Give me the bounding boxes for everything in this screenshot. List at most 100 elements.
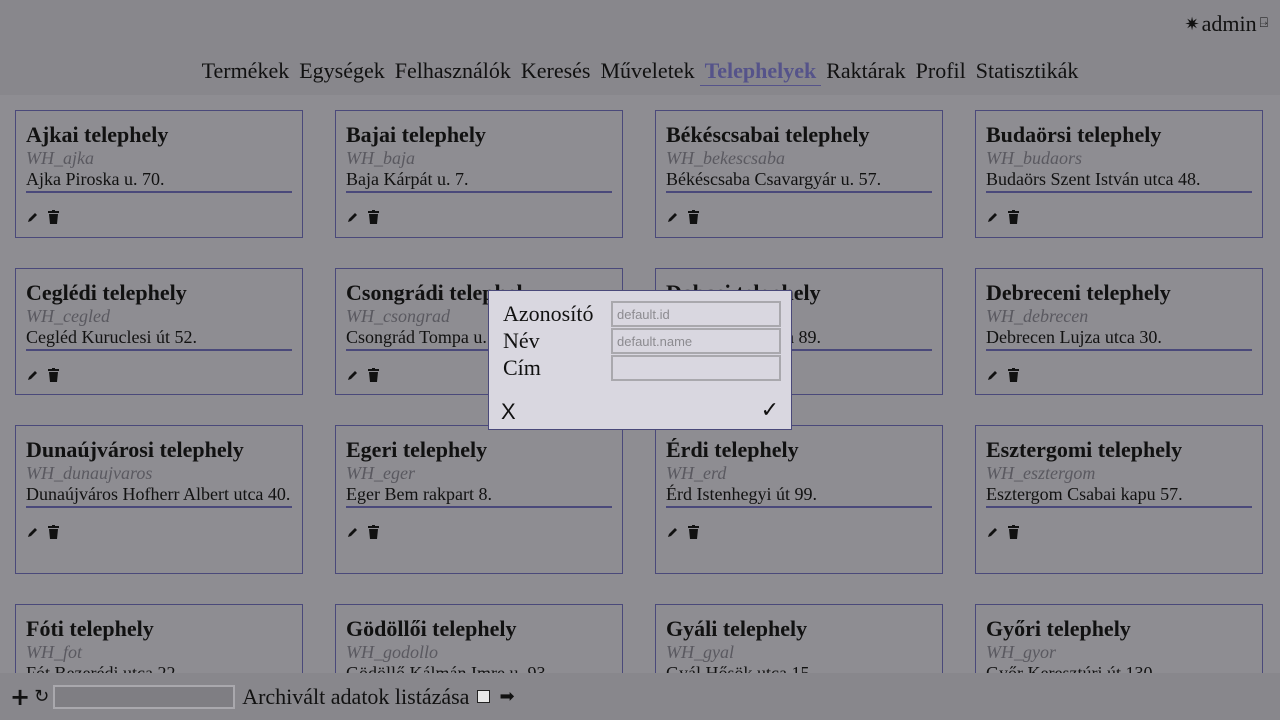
site-address: Érd Istenhegyi út 99. (666, 484, 817, 504)
nav-item-3[interactable]: Keresés (516, 57, 596, 86)
trash-icon[interactable] (366, 524, 380, 540)
nav-item-0[interactable]: Termékek (197, 57, 295, 86)
site-id: WH_ajka (26, 148, 94, 168)
card-actions (346, 520, 612, 544)
nav-item-8[interactable]: Statisztikák (971, 57, 1084, 86)
pencil-icon[interactable] (346, 524, 360, 540)
trash-icon[interactable] (366, 367, 380, 383)
site-title: Budaörsi telephely (986, 122, 1162, 147)
site-id: WH_gyor (986, 642, 1056, 662)
site-id: WH_erd (666, 463, 727, 483)
site-address: Ajka Piroska u. 70. (26, 169, 165, 189)
site-title: Érdi telephely (666, 437, 799, 462)
card-actions (26, 363, 292, 387)
nav-item-2[interactable]: Felhasználók (390, 57, 516, 86)
site-card: Fóti telephely WH_fot Fót Bezerédi utca 22… (15, 604, 303, 673)
site-id: WH_esztergom (986, 463, 1096, 483)
site-title: Fóti telephely (26, 616, 154, 641)
refresh-icon[interactable]: ↻ (34, 686, 49, 707)
site-title: Békéscsabai telephely (666, 122, 870, 147)
id-label: Azonosító (503, 301, 594, 326)
trash-icon[interactable] (686, 524, 700, 540)
site-id: WH_budaors (986, 148, 1083, 168)
pencil-icon[interactable] (26, 367, 40, 383)
arrow-right-icon[interactable]: ➡ (499, 686, 514, 707)
pencil-icon[interactable] (666, 524, 680, 540)
card-actions (346, 205, 612, 229)
divider (346, 506, 612, 508)
trash-icon[interactable] (686, 209, 700, 225)
address-field[interactable] (611, 355, 781, 381)
site-address: Debrecen Lujza utca 30. (986, 327, 1162, 347)
site-id: WH_baja (346, 148, 415, 168)
trash-icon[interactable] (46, 209, 60, 225)
site-title: Bajai telephely (346, 122, 486, 147)
trash-icon[interactable] (1006, 209, 1020, 225)
pencil-icon[interactable] (986, 367, 1000, 383)
card-actions (986, 520, 1252, 544)
divider (666, 506, 932, 508)
site-title: Gyáli telephely (666, 616, 808, 641)
archived-label: Archivált adatok listázása (242, 683, 470, 709)
nav-item-7[interactable]: Profil (911, 57, 971, 86)
pencil-icon[interactable] (666, 209, 680, 225)
search-input[interactable] (53, 684, 236, 709)
site-title: Ajkai telephely (26, 122, 169, 147)
nav-item-5[interactable]: Telephelyek (699, 57, 822, 86)
name-field[interactable] (611, 328, 781, 354)
site-id: WH_godollo (346, 642, 438, 662)
plus-icon[interactable]: + (10, 683, 30, 711)
card-actions (986, 205, 1252, 229)
card-actions (26, 520, 292, 544)
trash-icon[interactable] (46, 524, 60, 540)
divider (986, 191, 1252, 193)
pencil-icon[interactable] (26, 524, 40, 540)
site-id: WH_gyal (666, 642, 734, 662)
pencil-icon[interactable] (986, 524, 1000, 540)
site-id: WH_cegled (26, 306, 110, 326)
site-title: Gödöllői telephely (346, 616, 517, 641)
divider (26, 191, 292, 193)
site-card: Budaörsi telephely WH_budaors Budaörs Szen… (975, 110, 1263, 238)
divider (26, 506, 292, 508)
site-address: Eger Bem rakpart 8. (346, 484, 492, 504)
bottom-toolbar: + ↻ Archivált adatok listázása ➡ (0, 673, 1280, 720)
nav-item-4[interactable]: Műveletek (595, 57, 699, 86)
trash-icon[interactable] (1006, 524, 1020, 540)
site-title: Debreceni telephely (986, 280, 1171, 305)
logout-icon[interactable]: ⍈ (1260, 16, 1268, 32)
nav-item-6[interactable]: Raktárak (821, 57, 910, 86)
user-menu[interactable]: ✷ admin ⍈ (1185, 11, 1269, 37)
confirm-button[interactable]: ✓ (761, 398, 779, 423)
divider (986, 506, 1252, 508)
site-card: Békéscsabai telephely WH_bekescsaba Békésc… (655, 110, 943, 238)
trash-icon[interactable] (1006, 367, 1020, 383)
trash-icon[interactable] (366, 209, 380, 225)
card-actions (666, 520, 932, 544)
pencil-icon[interactable] (346, 209, 360, 225)
nav-item-1[interactable]: Egységek (294, 57, 390, 86)
username[interactable]: admin (1202, 11, 1257, 37)
divider (26, 349, 292, 351)
site-address: Gödöllő Kálmán Imre u. 93. (346, 663, 550, 673)
site-address: Esztergom Csabai kapu 57. (986, 484, 1183, 504)
site-card: Egeri telephely WH_eger Eger Bem rakpart 8… (335, 425, 623, 574)
site-address: Gyál Hősök utca 15. (666, 663, 814, 673)
sun-icon[interactable]: ✷ (1185, 14, 1200, 35)
site-card: Gödöllői telephely WH_godollo Gödöllő Kálm… (335, 604, 623, 673)
pencil-icon[interactable] (26, 209, 40, 225)
site-address: Fót Bezerédi utca 22. (26, 663, 180, 673)
site-id: WH_dunaujvaros (26, 463, 153, 483)
divider (666, 191, 932, 193)
divider (346, 191, 612, 193)
site-address: Budaörs Szent István utca 48. (986, 169, 1201, 189)
pencil-icon[interactable] (346, 367, 360, 383)
id-row: Azonosító (503, 301, 781, 327)
site-address: Cegléd Kuruclesi út 52. (26, 327, 197, 347)
trash-icon[interactable] (46, 367, 60, 383)
id-field[interactable] (611, 301, 781, 327)
card-actions (666, 205, 932, 229)
cancel-button[interactable]: X (501, 399, 516, 425)
pencil-icon[interactable] (986, 209, 1000, 225)
archived-checkbox[interactable] (477, 690, 491, 703)
